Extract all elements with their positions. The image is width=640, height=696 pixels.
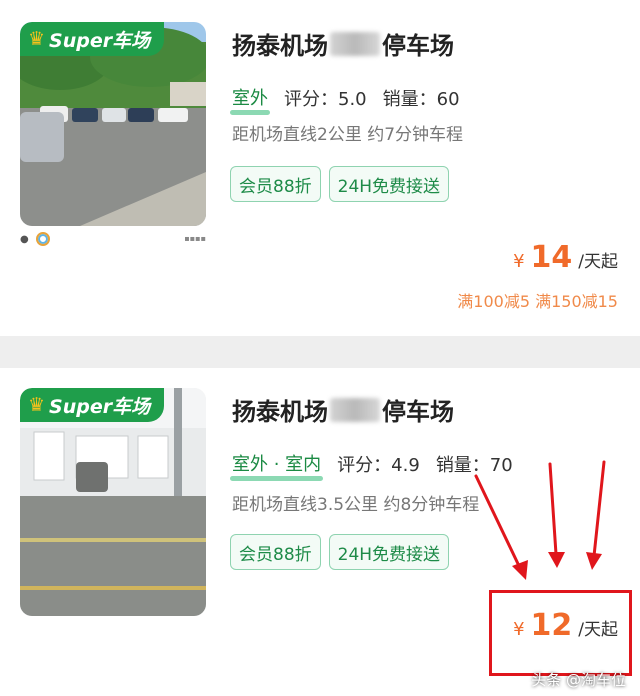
shuttle-tag: 24H免费接送	[328, 166, 450, 202]
brand-mark-icon: ▪▪▪▪	[184, 234, 206, 243]
badge-label: Super车场	[49, 29, 151, 52]
listing-title[interactable]: 扬泰机场 停车场	[232, 392, 454, 427]
parking-lot-photo[interactable]: ♛ Super车场	[20, 388, 206, 616]
benefit-tags: 会员88折 24H免费接送	[230, 534, 450, 570]
price-amount: 14	[530, 240, 573, 275]
title-start: 扬泰机场	[232, 32, 328, 60]
price: ¥ 14 /天起	[513, 240, 618, 275]
small-logo-icon: ●	[20, 234, 29, 245]
super-parking-badge: ♛ Super车场	[20, 22, 165, 56]
distance-info: 距机场直线3.5公里 约8分钟车程	[232, 495, 480, 515]
price-highlight-box	[489, 590, 632, 676]
watermark: 头条 @淘车位	[531, 671, 626, 689]
rating: 评分：5.0	[284, 89, 367, 110]
discount-offers: 满100减5 满150减15	[457, 292, 618, 311]
sales-count: 销量：60	[382, 89, 460, 110]
price-unit: /天起	[578, 252, 618, 272]
title-end: 停车场	[382, 398, 454, 426]
red-arrow-icon	[474, 460, 606, 580]
environment-label: 室外 · 室内	[229, 450, 324, 481]
photo-credit: ● ▪▪▪▪	[20, 232, 206, 248]
blurred-text	[330, 31, 380, 56]
color-ring-icon	[36, 232, 50, 246]
parking-lot-photo[interactable]: ♛ Super车场	[20, 22, 206, 226]
member-discount-tag: 会员88折	[230, 534, 321, 570]
environment-label: 室外	[230, 84, 270, 115]
price-currency: ¥	[513, 251, 525, 272]
title-end: 停车场	[382, 32, 454, 60]
title-start: 扬泰机场	[232, 398, 328, 426]
blurred-text	[330, 397, 380, 422]
super-parking-badge: ♛ Super车场	[20, 388, 165, 422]
shuttle-tag: 24H免费接送	[328, 534, 450, 570]
listing-meta: 室外 评分：5.0 销量：60	[230, 84, 476, 115]
distance-info: 距机场直线2公里 约7分钟车程	[232, 125, 464, 145]
crown-icon: ♛	[28, 27, 46, 50]
listing-title[interactable]: 扬泰机场 停车场	[232, 26, 454, 61]
badge-label: Super车场	[49, 395, 151, 418]
rating: 评分：4.9	[337, 455, 420, 476]
member-discount-tag: 会员88折	[230, 166, 321, 202]
crown-icon: ♛	[28, 393, 46, 416]
parking-listing-card[interactable]: ♛ Super车场 ● ▪▪▪▪ 扬泰机场 停车场 室外 评分：5.0 销量：6…	[0, 0, 640, 336]
benefit-tags: 会员88折 24H免费接送	[230, 166, 450, 202]
